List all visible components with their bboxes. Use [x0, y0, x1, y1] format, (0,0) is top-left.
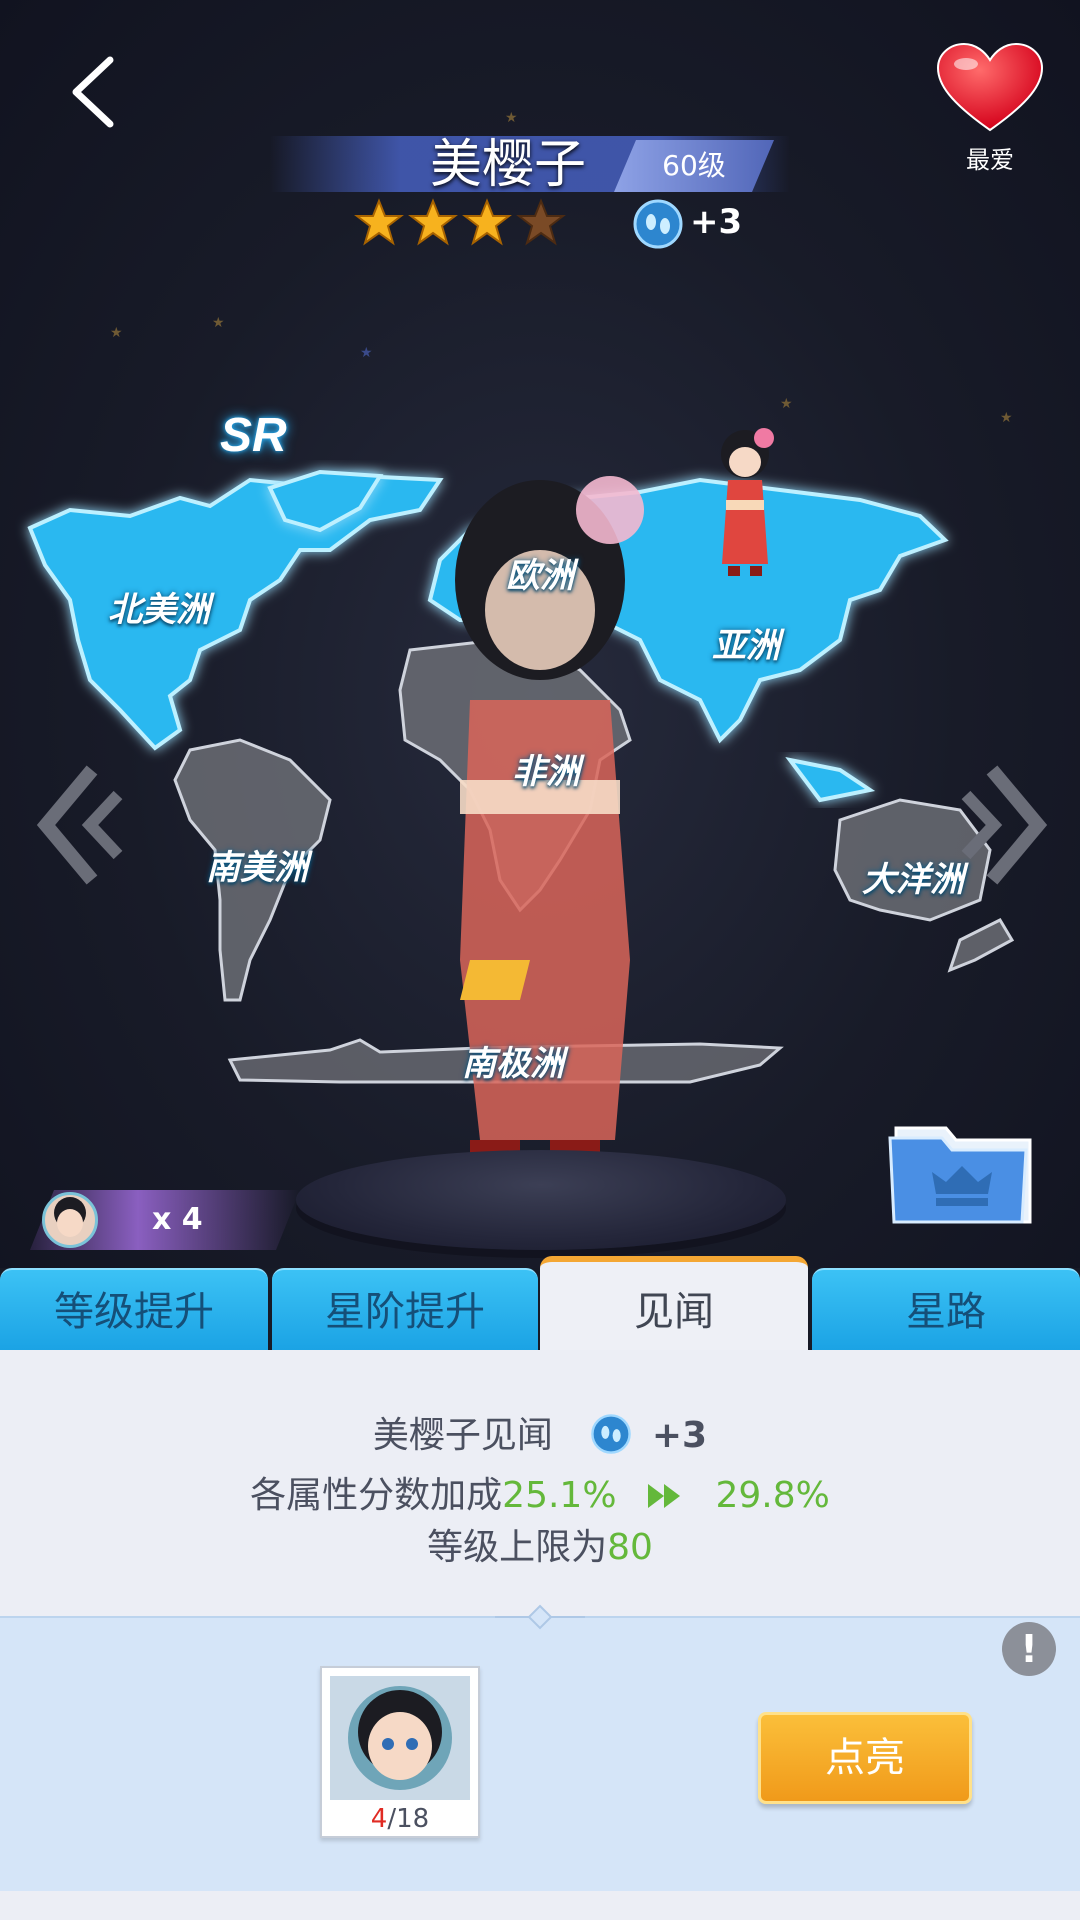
star-filled-icon [462, 198, 512, 248]
level-cap-label: 等级上限为 [427, 1527, 608, 1568]
bonus-label: 各属性分数加成 [250, 1475, 503, 1516]
divider-ornament-icon [495, 1604, 585, 1630]
previous-character-icon[interactable] [36, 760, 126, 890]
character-map-marker-icon [721, 428, 774, 576]
tab-level-up[interactable]: 等级提升 [0, 1268, 268, 1352]
gem-bonus: +3 [690, 202, 743, 242]
shard-count: x 4 [152, 1202, 203, 1237]
continent-label-south-america: 南美洲 [206, 848, 308, 888]
back-chevron-icon[interactable] [62, 52, 132, 132]
star-rating [354, 198, 566, 250]
bonus-current: 25.1% [502, 1475, 617, 1516]
continent-north-america [27, 473, 444, 751]
level-badge: 60级 [614, 140, 774, 192]
card-total: /18 [387, 1804, 430, 1834]
tab-insight[interactable]: 见闻 [540, 1256, 808, 1352]
fast-forward-icon [648, 1484, 680, 1508]
insight-title-line: 美樱子见闻 +3 [0, 1406, 1080, 1458]
continent-label-antarctica: 南极洲 [462, 1044, 564, 1084]
star-filled-icon [354, 198, 404, 248]
rarity-badge: SR [220, 409, 287, 462]
collection-folder-icon[interactable] [886, 1118, 1038, 1228]
tab-bar: 等级提升 星阶提升 见闻 星路 [0, 1256, 1080, 1352]
continent-label-africa: 非洲 [512, 752, 580, 792]
tab-star-up[interactable]: 星阶提升 [272, 1268, 538, 1352]
star-filled-icon [408, 198, 458, 248]
tab-star-road[interactable]: 星路 [812, 1268, 1080, 1352]
insight-gem-bonus: +3 [651, 1415, 708, 1456]
character-stage: ★ ★ ★ ★ ★ ★ 最爱 美樱子 60级 +3 SR 北美洲 欧洲 亚洲 非… [0, 0, 1080, 1268]
favorite-label: 最爱 [966, 146, 1014, 174]
level-cap-line: 等级上限为80 [0, 1518, 1080, 1570]
card-portrait [330, 1676, 470, 1800]
character-name: 美樱子 [430, 135, 587, 195]
character-pedestal [296, 1150, 786, 1250]
footprint-gem-icon [633, 199, 683, 249]
bonus-next: 29.8% [715, 1475, 830, 1516]
bg-star-icon: ★ [110, 325, 123, 341]
continent-label-north-america: 北美洲 [108, 590, 210, 630]
card-progress: 4/18 [322, 1804, 478, 1834]
info-button[interactable]: ! [1002, 1622, 1056, 1676]
bg-star-icon: ★ [212, 315, 225, 331]
card-current: 4 [370, 1804, 388, 1834]
continent-label-oceania: 大洋洲 [862, 860, 964, 900]
insight-title: 美樱子见闻 [372, 1415, 553, 1456]
continent-label-asia: 亚洲 [712, 626, 780, 666]
star-empty-icon [516, 198, 566, 248]
light-up-button[interactable]: 点亮 [758, 1712, 972, 1804]
next-character-icon[interactable] [958, 760, 1048, 890]
bg-star-icon: ★ [360, 345, 373, 361]
attribute-bonus-line: 各属性分数加成25.1% 29.8% [0, 1466, 1080, 1518]
character-card[interactable]: 4/18 [320, 1666, 480, 1838]
footprint-gem-icon [591, 1414, 632, 1454]
favorite-button[interactable]: 最爱 [930, 40, 1050, 180]
level-cap-value: 80 [607, 1527, 653, 1568]
heart-icon [936, 42, 1044, 132]
shard-avatar-icon [42, 1192, 98, 1248]
continent-label-europe: 欧洲 [506, 556, 574, 596]
